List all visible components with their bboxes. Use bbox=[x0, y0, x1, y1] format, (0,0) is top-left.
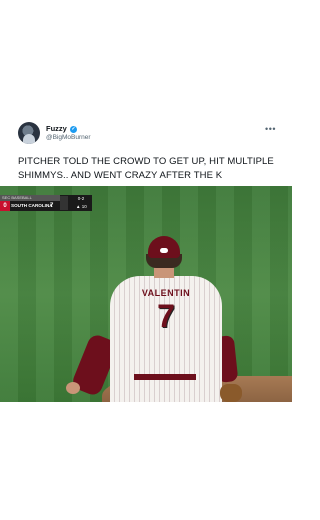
avatar[interactable] bbox=[18, 122, 40, 144]
cap-icon bbox=[148, 236, 180, 258]
author-names: Fuzzy ✓ @BigMoBurner bbox=[46, 124, 91, 142]
team-rank: 0 bbox=[0, 201, 10, 211]
pitch-count: 0-2 bbox=[77, 196, 85, 201]
left-hand bbox=[66, 382, 80, 394]
tweet-header: Fuzzy ✓ @BigMoBurner ••• bbox=[18, 122, 280, 150]
jersey-number: 7 bbox=[157, 298, 175, 334]
inning: ▲ 10 bbox=[76, 204, 87, 209]
cap-logo-icon bbox=[160, 248, 168, 253]
jersey-name: VALENTIN bbox=[141, 288, 191, 298]
verified-badge-icon: ✓ bbox=[69, 125, 77, 133]
display-name-text[interactable]: Fuzzy bbox=[46, 124, 67, 133]
pitcher-figure: VALENTIN 7 bbox=[66, 236, 242, 402]
user-handle[interactable]: @BigMoBurner bbox=[46, 133, 91, 142]
display-name[interactable]: Fuzzy ✓ bbox=[46, 124, 91, 133]
glove-icon bbox=[220, 384, 242, 402]
tweet-text: PITCHER TOLD THE CROWD TO GET UP, HIT MU… bbox=[18, 156, 274, 181]
bases-icon bbox=[60, 196, 68, 210]
scorebug: SEC BASEBALL 0 SOUTH CAROLINA 7 0-2 ▲ 10 bbox=[0, 195, 92, 211]
team-runs: 7 bbox=[50, 203, 54, 209]
belt bbox=[134, 374, 196, 380]
more-horizontal-icon[interactable]: ••• bbox=[265, 124, 276, 134]
